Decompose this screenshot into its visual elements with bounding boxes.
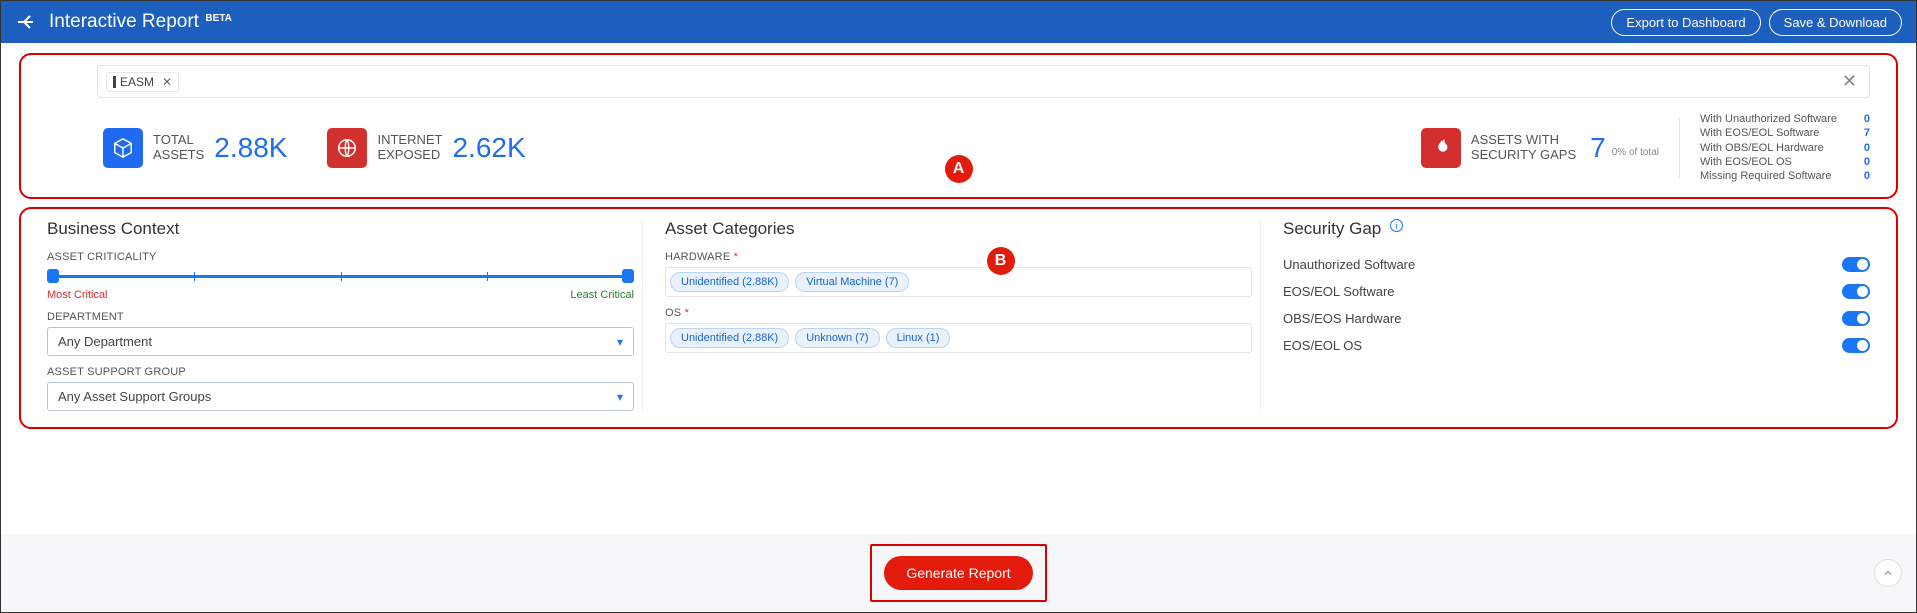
chip-grip-icon (113, 76, 116, 88)
security-gaps-value: 7 (1590, 132, 1606, 164)
toggle-obs-eos-hardware: OBS/EOS Hardware (1283, 305, 1870, 332)
hardware-chip[interactable]: Unidentified (2.88K) (670, 272, 789, 292)
export-to-dashboard-button[interactable]: Export to Dashboard (1611, 9, 1760, 36)
cube-icon (103, 128, 143, 168)
business-context-title: Business Context (47, 219, 634, 239)
least-critical-label: Least Critical (570, 289, 634, 301)
os-chip[interactable]: Unknown (7) (795, 328, 879, 348)
hardware-chip-row[interactable]: Unidentified (2.88K) Virtual Machine (7) (665, 267, 1252, 297)
os-label: OS (665, 307, 681, 319)
security-gaps-breakdown: With Unauthorized Software0 With EOS/EOL… (1700, 112, 1870, 183)
asset-support-group-select[interactable]: Any Asset Support Groups ▾ (47, 382, 634, 411)
footer-bar: Generate Report (1, 534, 1916, 612)
hardware-label: HARDWARE (665, 251, 730, 263)
os-chip[interactable]: Linux (1) (886, 328, 951, 348)
scroll-to-top-button[interactable] (1874, 559, 1902, 587)
back-arrow-icon[interactable] (15, 10, 39, 34)
toggle-unauthorized-software: Unauthorized Software (1283, 251, 1870, 278)
business-context-column: Business Context ASSET CRITICALITY Most … (39, 219, 642, 411)
internet-exposed-value: 2.62K (452, 132, 525, 164)
toggle-eos-eol-software: EOS/EOL Software (1283, 278, 1870, 305)
security-gaps-pct: 0% of total (1612, 137, 1659, 158)
generate-report-button[interactable]: Generate Report (884, 556, 1032, 590)
globe-icon (327, 128, 367, 168)
security-gap-column: Security Gap i Unauthorized Software EOS… (1260, 219, 1878, 411)
department-label: DEPARTMENT (47, 311, 634, 323)
filter-bar[interactable]: EASM ✕ ✕ (97, 65, 1870, 98)
summary-panel: EASM ✕ ✕ TOTALASSETS 2.88K INTERNETEXPOS… (19, 53, 1898, 199)
department-select[interactable]: Any Department ▾ (47, 327, 634, 356)
toggle-switch[interactable] (1842, 284, 1870, 299)
stat-security-gaps: ASSETS WITHSECURITY GAPS 7 0% of total W… (1421, 112, 1870, 183)
asset-categories-column: Asset Categories HARDWARE * Unidentified… (642, 219, 1260, 411)
asset-criticality-slider[interactable] (47, 267, 634, 285)
flame-icon (1421, 128, 1461, 168)
info-icon[interactable]: i (1390, 219, 1403, 232)
save-and-download-button[interactable]: Save & Download (1769, 9, 1902, 36)
slider-handle-left[interactable] (47, 269, 59, 283)
os-chip[interactable]: Unidentified (2.88K) (670, 328, 789, 348)
total-assets-value: 2.88K (214, 132, 287, 164)
annotation-badge-b: B (987, 247, 1015, 275)
toggle-eos-eol-os: EOS/EOL OS (1283, 332, 1870, 359)
chevron-down-icon: ▾ (617, 390, 623, 404)
hardware-chip[interactable]: Virtual Machine (7) (795, 272, 909, 292)
stat-total-assets: TOTALASSETS 2.88K (103, 128, 287, 168)
clear-filters-icon[interactable]: ✕ (1838, 71, 1861, 92)
os-chip-row[interactable]: Unidentified (2.88K) Unknown (7) Linux (… (665, 323, 1252, 353)
config-panel: Business Context ASSET CRITICALITY Most … (19, 207, 1898, 429)
page-title: Interactive Report BETA (49, 11, 232, 33)
annotation-badge-a: A (945, 155, 973, 183)
app-header: Interactive Report BETA Export to Dashbo… (1, 1, 1916, 43)
filter-chip-label: EASM (120, 75, 154, 89)
asset-support-group-label: ASSET SUPPORT GROUP (47, 366, 634, 378)
filter-chip-easm[interactable]: EASM ✕ (106, 72, 179, 92)
toggle-switch[interactable] (1842, 311, 1870, 326)
stat-internet-exposed: INTERNETEXPOSED 2.62K (327, 128, 525, 168)
chevron-down-icon: ▾ (617, 335, 623, 349)
most-critical-label: Most Critical (47, 289, 108, 301)
remove-chip-icon[interactable]: ✕ (162, 75, 172, 89)
slider-handle-right[interactable] (622, 269, 634, 283)
generate-report-highlight: Generate Report (870, 544, 1046, 602)
toggle-switch[interactable] (1842, 257, 1870, 272)
asset-categories-title: Asset Categories (665, 219, 1252, 239)
asset-criticality-label: ASSET CRITICALITY (47, 251, 634, 263)
toggle-switch[interactable] (1842, 338, 1870, 353)
security-gap-title: Security Gap (1283, 219, 1381, 238)
